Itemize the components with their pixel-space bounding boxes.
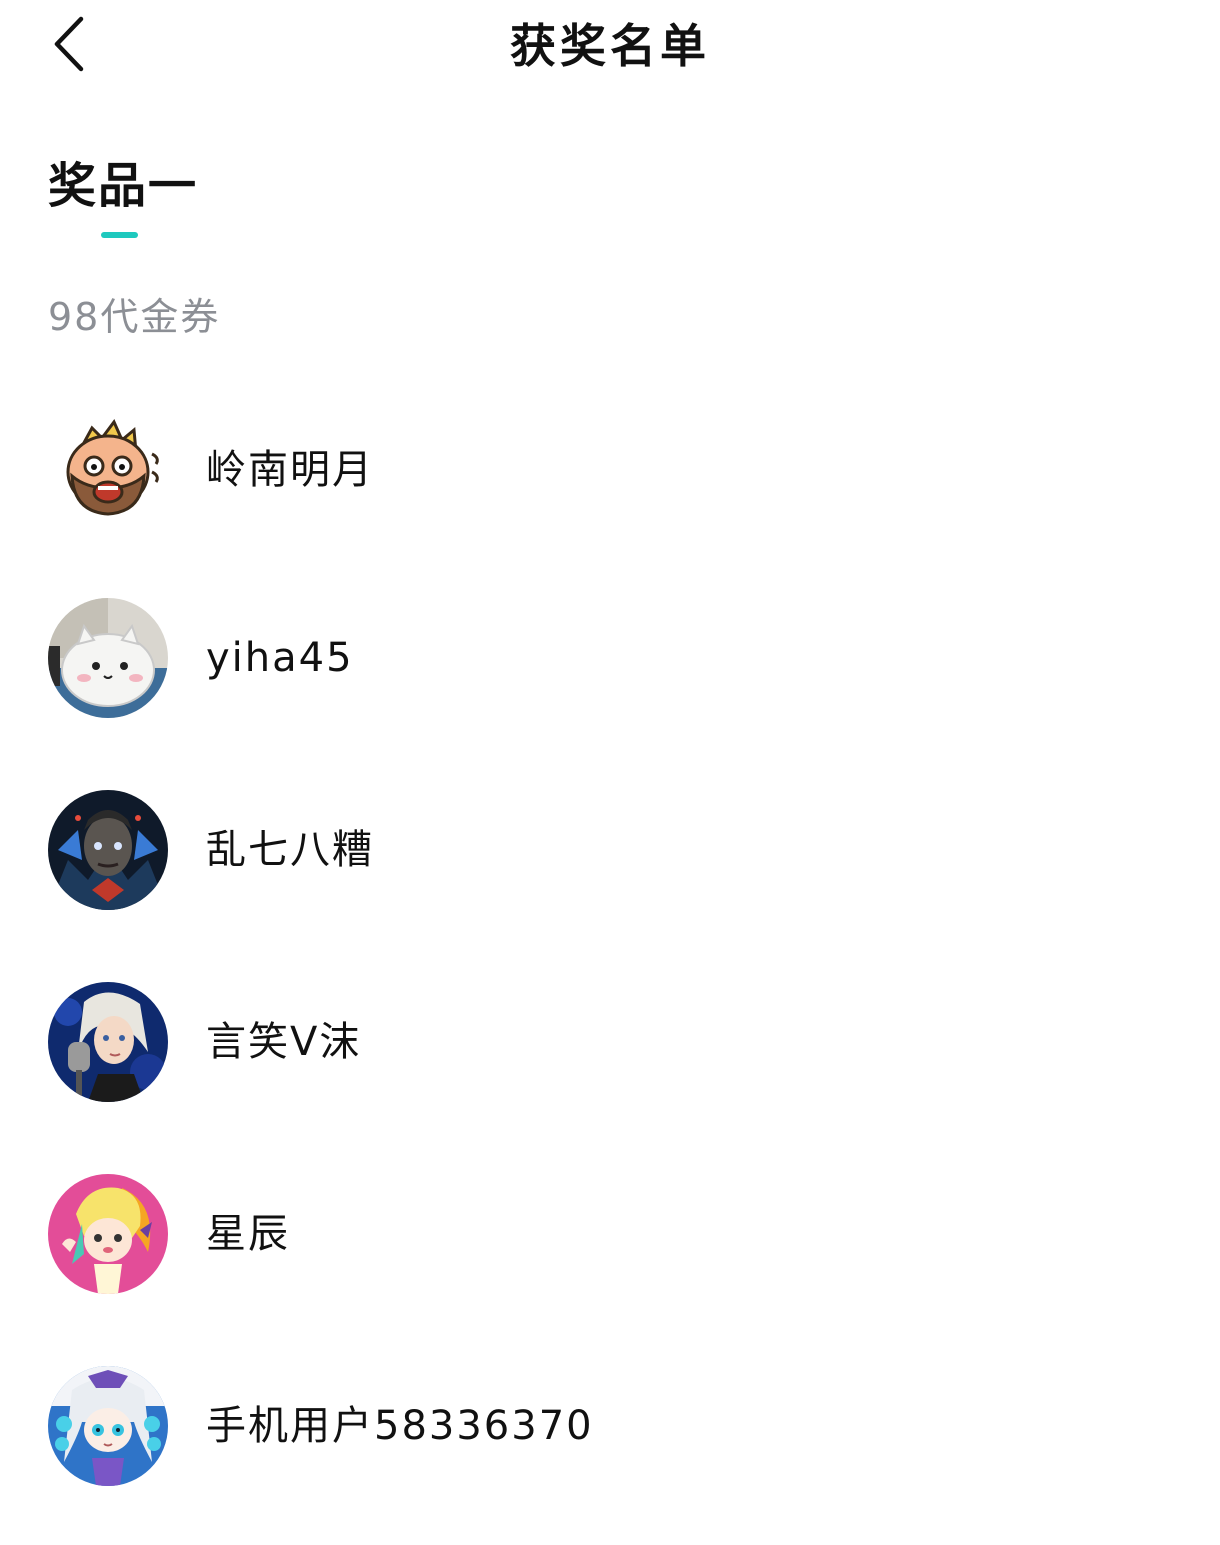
armored-game-character-avatar[interactable] — [48, 790, 168, 910]
winner-row[interactable]: 星辰 — [48, 1174, 1172, 1294]
tab-prize-one[interactable]: 奖品一 — [48, 155, 198, 245]
winner-name: 言笑V沫 — [206, 1019, 362, 1065]
top-nav-bar: 获奖名单 — [0, 0, 1220, 92]
winner-name: 乱七八糟 — [206, 827, 374, 873]
winner-name: yiha45 — [206, 635, 354, 681]
white-plush-toy-avatar[interactable] — [48, 598, 168, 718]
white-hair-anime-girl-avatar[interactable] — [48, 1366, 168, 1486]
page-title: 获奖名单 — [510, 19, 710, 73]
winner-name: 岭南明月 — [206, 447, 374, 493]
angry-bearded-cartoon-avatar[interactable] — [48, 410, 168, 530]
prize-name: 98代金券 — [48, 295, 221, 339]
winner-row[interactable]: yiha45 — [48, 598, 1172, 718]
winner-name: 手机用户58336370 — [206, 1403, 594, 1449]
tab-label: 奖品一 — [48, 158, 199, 214]
winner-name: 星辰 — [206, 1211, 290, 1257]
blonde-anime-girl-pink-avatar[interactable] — [48, 1174, 168, 1294]
winner-row[interactable]: 言笑V沫 — [48, 982, 1172, 1102]
winner-row[interactable]: 乱七八糟 — [48, 790, 1172, 910]
winner-row[interactable]: 岭南明月 — [48, 410, 1172, 530]
winner-row[interactable]: 手机用户58336370 — [48, 1366, 1172, 1486]
silver-hair-singer-avatar[interactable] — [48, 982, 168, 1102]
active-tab-indicator — [101, 232, 138, 238]
